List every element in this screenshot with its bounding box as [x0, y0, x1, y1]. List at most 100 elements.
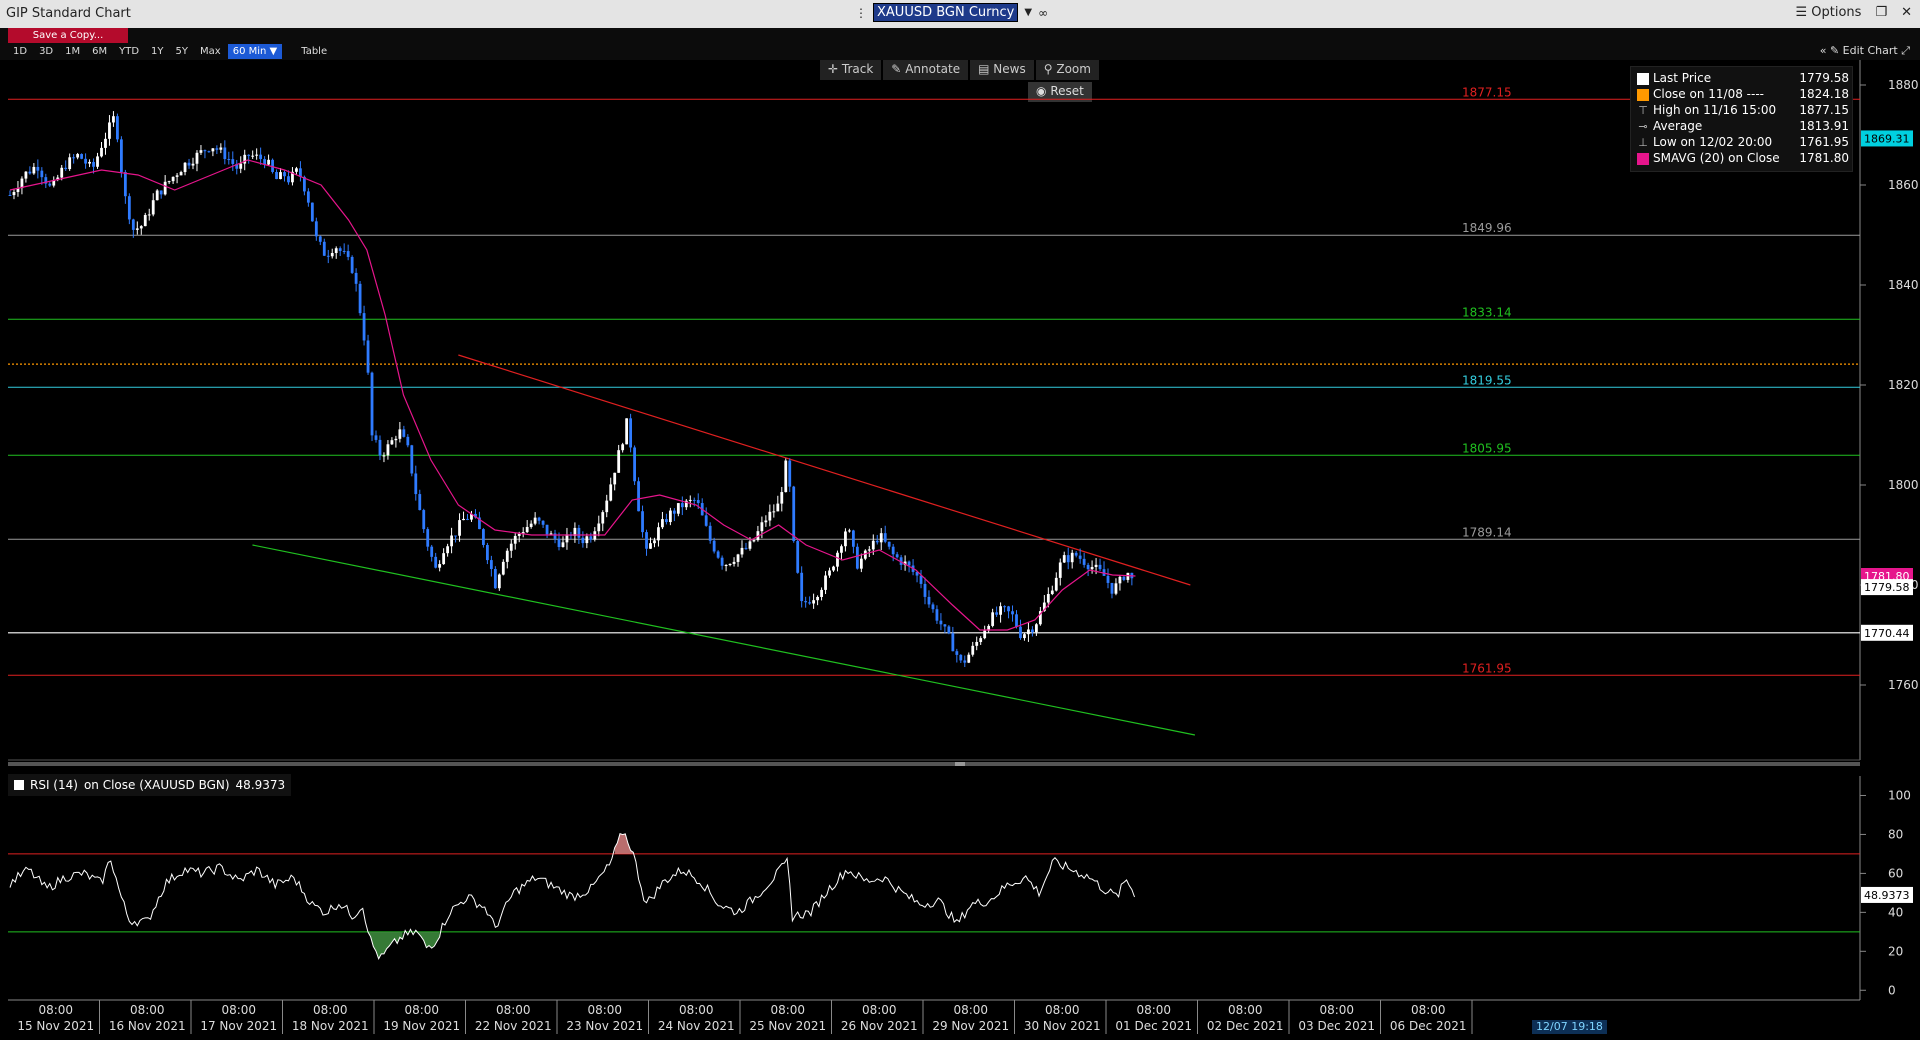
rsi-tick-label: 20 — [1888, 944, 1903, 958]
candle-body — [776, 503, 780, 512]
save-copy-button[interactable]: Save a Copy... — [8, 28, 128, 43]
legend-label: Close on 11/08 ---- — [1653, 87, 1764, 101]
expand-icon[interactable]: ⤢ — [1901, 44, 1910, 57]
rsi-value: 48.9373 — [235, 778, 286, 792]
candle-body — [505, 550, 509, 562]
candle-body — [211, 148, 215, 152]
candle-body — [899, 557, 903, 565]
table-button[interactable]: Table — [296, 44, 332, 59]
candle-body — [306, 191, 310, 203]
legend-row-low: ⊥ Low on 12/02 20:00 1761.95 — [1637, 135, 1849, 151]
rsi-badge-label: 48.9373 — [1864, 889, 1910, 902]
reset-button[interactable]: ◉ Reset — [1028, 82, 1092, 102]
candle-body — [474, 513, 477, 518]
candle-body — [493, 568, 497, 589]
candle-body — [330, 253, 334, 257]
price-badges: 1869.31 1781.801779.58 1770.44 — [1861, 130, 1913, 641]
candle-body — [772, 511, 776, 513]
price-tick-label: 1840 — [1888, 278, 1919, 292]
candle-body — [259, 154, 263, 160]
range-button[interactable]: 5Y — [171, 44, 193, 59]
candle-body — [597, 523, 601, 532]
zoom-button[interactable]: ⚲ Zoom — [1035, 60, 1099, 80]
candle-body — [649, 543, 652, 549]
pane-separator[interactable] — [8, 762, 1860, 766]
close-icon[interactable]: ✕ — [1901, 5, 1912, 20]
edit-chart-button[interactable]: « ✎ Edit Chart ⤢ — [1820, 44, 1910, 58]
candle-body — [267, 159, 270, 165]
candle-body — [1074, 552, 1078, 556]
candle-body — [151, 200, 155, 215]
candle-body — [318, 236, 322, 242]
candle-body — [235, 163, 239, 169]
candle-body — [366, 340, 370, 373]
candle-body — [637, 481, 640, 512]
range-button[interactable]: 1M — [60, 44, 85, 59]
price-badge — [1861, 579, 1913, 596]
security-input[interactable]: XAUUSD BGN Curncy — [873, 3, 1019, 22]
date-tick-label: 26 Nov 2021 — [841, 1019, 918, 1033]
candle-body — [764, 520, 768, 523]
candle-body — [688, 499, 692, 501]
link-icon[interactable]: ∞ — [1038, 6, 1048, 20]
range-button[interactable]: 3D — [34, 44, 58, 59]
candle-body — [482, 529, 485, 545]
rsi-tick-label: 0 — [1888, 983, 1896, 997]
candle-body — [999, 606, 1002, 615]
range-button[interactable]: Max — [195, 44, 226, 59]
candle-body — [824, 575, 827, 590]
candle-body — [48, 183, 52, 186]
candle-body — [979, 638, 983, 642]
track-button[interactable]: ✛ Track — [820, 60, 882, 80]
chevron-down-icon[interactable]: ▼ — [1024, 7, 1032, 18]
candle-body — [756, 531, 760, 541]
candle-body — [740, 547, 744, 555]
candle-body — [334, 248, 338, 254]
status-timestamp: 12/07 19:18 — [1532, 1020, 1607, 1034]
candle-body — [398, 429, 402, 439]
rsi-oversold-fill — [368, 931, 403, 959]
candle-body — [828, 570, 831, 576]
collapse-icon[interactable]: « — [1820, 44, 1827, 57]
candle-body — [1090, 566, 1094, 570]
range-button[interactable]: 1Y — [146, 44, 168, 59]
candle-body — [995, 612, 999, 615]
candle-body — [1027, 629, 1030, 635]
price-badge — [1861, 130, 1913, 147]
range-button[interactable]: 6M — [87, 44, 112, 59]
restore-window-icon[interactable]: ❐ — [1875, 5, 1887, 20]
toolbar: Save a Copy... 1D 3D 1M 6M YTD 1Y 5Y Max… — [0, 28, 1920, 60]
support-trendline — [252, 544, 1196, 736]
interval-dropdown[interactable]: 60 Min ▼ — [227, 44, 283, 59]
news-button[interactable]: ▤ News — [970, 60, 1034, 80]
legend-label: Last Price — [1653, 71, 1712, 85]
options-menu[interactable]: ☰ Options — [1795, 5, 1861, 20]
candle-body — [573, 527, 577, 536]
candle-body — [720, 557, 724, 566]
range-button[interactable]: 1D — [8, 44, 32, 59]
candle-body — [537, 517, 541, 521]
candle-body — [1042, 602, 1046, 612]
date-tick-label: 01 Dec 2021 — [1115, 1019, 1192, 1033]
candle-body — [243, 154, 247, 164]
rsi-label: RSI (14) — [30, 778, 78, 792]
candle-body — [112, 116, 115, 123]
candle-body — [911, 565, 915, 572]
time-tick-label: 08:00 — [1319, 1003, 1354, 1017]
candle-body — [1023, 634, 1026, 639]
candle-body — [1038, 611, 1042, 625]
candle-body — [223, 147, 227, 160]
candle-body — [374, 435, 378, 440]
legend-value: 1779.58 — [1799, 71, 1849, 85]
annotate-button[interactable]: ✎ Annotate — [883, 60, 969, 80]
time-tick-label: 08:00 — [38, 1003, 73, 1017]
candle-body — [696, 500, 700, 504]
candle-body — [668, 510, 672, 523]
candle-body — [768, 511, 772, 521]
grip-icon: ⋮ — [855, 5, 867, 20]
candle-body — [593, 531, 597, 540]
candle-body — [613, 472, 617, 485]
candle-body — [529, 523, 533, 527]
edit-icon: ✎ — [1829, 44, 1840, 57]
range-button[interactable]: YTD — [114, 44, 144, 59]
